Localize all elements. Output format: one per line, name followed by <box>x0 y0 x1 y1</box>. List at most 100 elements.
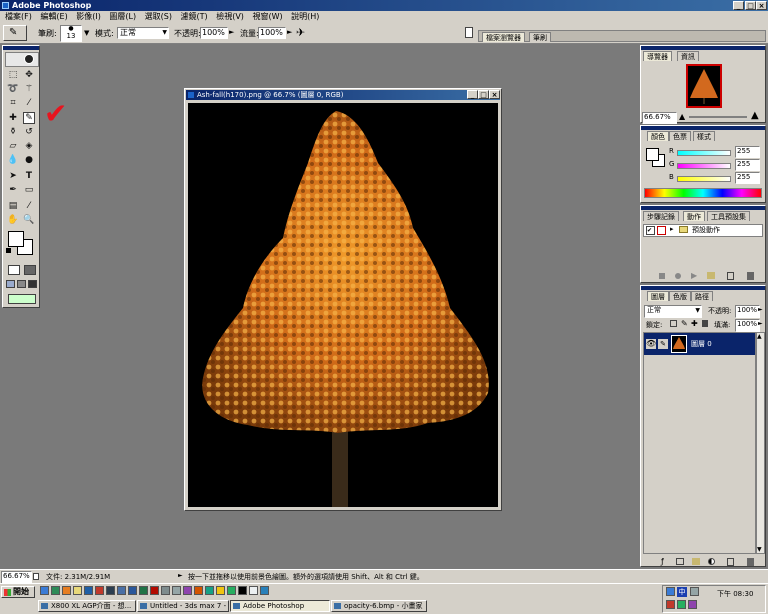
maximize-button[interactable]: □ <box>745 1 756 10</box>
type-tool-icon[interactable]: T <box>23 170 35 182</box>
quicklaunch-outlook-icon[interactable] <box>84 586 93 595</box>
taskbar-item-3dsmax[interactable]: Untitled - 3ds max 7 - Sta... <box>137 600 229 612</box>
zoom-tool-icon[interactable]: 🔍 <box>23 214 35 226</box>
tab-styles[interactable]: 樣式 <box>693 131 715 141</box>
pen-tool-icon[interactable]: ✒ <box>7 184 19 196</box>
lasso-tool-icon[interactable]: ➰ <box>7 83 19 95</box>
status-doc-info[interactable]: 文件: 2.31M/2.91M <box>46 572 110 582</box>
marquee-tool-icon[interactable]: ⬚ <box>7 69 19 81</box>
tab-actions[interactable]: 動作 <box>683 211 705 221</box>
brush-tool-icon[interactable]: ✎ <box>23 112 35 124</box>
layers-scrollbar[interactable]: ▲ ▼ <box>756 332 765 554</box>
new-set-icon[interactable] <box>692 558 700 565</box>
lock-position-icon[interactable]: ✚ <box>691 319 698 328</box>
navigator-header[interactable] <box>641 46 765 50</box>
path-selection-tool-icon[interactable]: ➤ <box>7 170 19 182</box>
menu-layer[interactable]: 圖層(L) <box>106 11 139 23</box>
menu-image[interactable]: 影像(I) <box>73 11 104 23</box>
doc-maximize-button[interactable]: □ <box>478 90 489 99</box>
opacity-field[interactable]: 100% <box>200 27 228 39</box>
screen-mode-full-icon[interactable] <box>28 280 37 288</box>
notes-tool-icon[interactable]: ▤ <box>7 200 19 212</box>
menu-window[interactable]: 視窗(W) <box>249 11 285 23</box>
layer-style-icon[interactable]: ƒ <box>661 557 664 566</box>
taskbar-item-paint[interactable]: opacity-6.bmp - 小畫家 <box>331 600 427 612</box>
eyedropper-tool-icon[interactable]: ⁄ <box>23 200 35 212</box>
quicklaunch-ie-icon[interactable] <box>40 586 49 595</box>
r-field[interactable]: 255 <box>735 146 760 158</box>
history-header[interactable] <box>641 206 765 210</box>
tab-tool-presets[interactable]: 工具預設集 <box>707 211 750 221</box>
menu-file[interactable]: 檔案(F) <box>2 11 35 23</box>
tab-history[interactable]: 步驟記錄 <box>643 211 679 221</box>
opacity-arrow-icon[interactable]: ► <box>229 28 234 36</box>
tray-messenger-icon[interactable] <box>677 600 686 609</box>
b-field[interactable]: 255 <box>735 172 760 184</box>
quicklaunch-dream-icon[interactable] <box>205 586 214 595</box>
blur-tool-icon[interactable]: 💧 <box>7 154 19 166</box>
tab-paths[interactable]: 路徑 <box>691 291 713 301</box>
new-layer-icon[interactable] <box>727 558 734 566</box>
quicklaunch-winamp-icon[interactable] <box>216 586 225 595</box>
minimize-button[interactable]: _ <box>733 1 744 10</box>
jump-to-imageready-icon[interactable] <box>8 294 36 304</box>
tray-volume-icon[interactable] <box>690 587 699 596</box>
document-canvas[interactable] <box>188 103 498 507</box>
lock-image-icon[interactable]: ✎ <box>681 319 688 328</box>
tool-preset-picker[interactable]: ✎ <box>3 25 27 41</box>
doc-close-button[interactable]: × <box>489 90 500 99</box>
record-icon[interactable] <box>675 273 681 279</box>
layer-row[interactable]: 👁 ✎ 圖層 0 <box>644 333 755 355</box>
quicklaunch-music-icon[interactable] <box>183 586 192 595</box>
scroll-up-icon[interactable]: ▲ <box>757 333 762 340</box>
lock-transparent-icon[interactable] <box>670 320 677 327</box>
layer-opacity-field[interactable]: 100% <box>735 305 760 318</box>
menu-view[interactable]: 檢視(V) <box>213 11 247 23</box>
adobe-online-button[interactable] <box>5 52 39 67</box>
fill-arrow-icon[interactable]: ► <box>758 320 763 327</box>
g-field[interactable]: 255 <box>735 159 760 171</box>
document-title-bar[interactable]: Ash-fall(h170).png @ 66.7% (圖層 0, RGB) _… <box>186 90 500 100</box>
standard-mode-icon[interactable] <box>8 265 20 275</box>
quicklaunch-mail-icon[interactable] <box>161 586 170 595</box>
g-slider[interactable] <box>677 163 731 169</box>
color-fg-swatch[interactable] <box>646 148 659 161</box>
layers-header[interactable] <box>641 286 765 290</box>
mode-select[interactable]: 正常 ▼ <box>117 27 169 39</box>
quicklaunch-acdsee-icon[interactable] <box>260 586 269 595</box>
stop-icon[interactable] <box>659 273 665 279</box>
action-dialog-icon[interactable] <box>657 226 666 235</box>
foreground-color-swatch[interactable] <box>8 231 24 247</box>
fill-field[interactable]: 100% <box>735 319 760 332</box>
opacity-arrow-icon[interactable]: ► <box>758 306 763 313</box>
tab-navigator[interactable]: 導覽器 <box>643 51 672 61</box>
layer-mask-icon[interactable] <box>676 558 684 565</box>
document-icon[interactable] <box>465 27 473 38</box>
navigator-thumbnail[interactable] <box>686 64 722 108</box>
menu-select[interactable]: 選取(S) <box>142 11 175 23</box>
slice-tool-icon[interactable]: ⁄ <box>23 97 35 109</box>
b-slider[interactable] <box>677 176 731 182</box>
lock-all-icon[interactable] <box>702 320 708 327</box>
start-button[interactable]: 開始 <box>1 586 35 598</box>
ime-indicator[interactable]: 中 <box>677 587 687 597</box>
menu-edit[interactable]: 編輯(E) <box>37 11 70 23</box>
hand-tool-icon[interactable]: ✋ <box>7 214 19 226</box>
quicklaunch-acrobat-icon[interactable] <box>150 586 159 595</box>
tab-color[interactable]: 顏色 <box>647 131 669 141</box>
zoom-slider[interactable] <box>689 116 747 118</box>
quickmask-mode-icon[interactable] <box>24 265 36 275</box>
screen-mode-standard-icon[interactable] <box>6 280 15 288</box>
move-tool-icon[interactable]: ✥ <box>23 69 35 81</box>
healing-brush-tool-icon[interactable]: ✚ <box>7 112 19 124</box>
well-tab-file-browser[interactable]: 檔案瀏覽器 <box>482 32 525 42</box>
quicklaunch-word-icon[interactable] <box>128 586 137 595</box>
menu-help[interactable]: 說明(H) <box>288 11 322 23</box>
magic-wand-tool-icon[interactable]: ⚚ <box>23 83 35 95</box>
eye-icon[interactable]: 👁 <box>646 339 656 349</box>
default-colors-icon[interactable] <box>6 248 11 253</box>
brush-dropdown-icon[interactable]: ▼ <box>84 29 89 37</box>
quicklaunch-excel-icon[interactable] <box>139 586 148 595</box>
tab-info[interactable]: 資訊 <box>677 51 699 61</box>
quicklaunch-media-icon[interactable] <box>62 586 71 595</box>
